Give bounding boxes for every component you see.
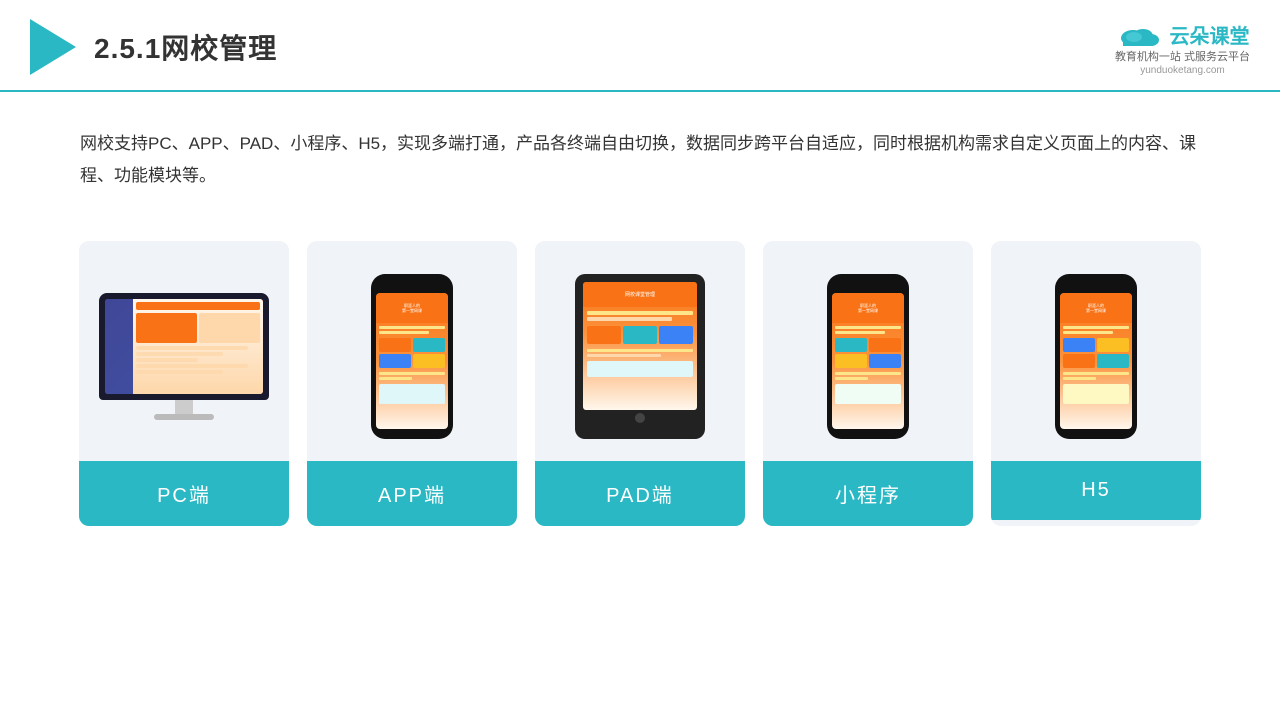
card-h5-image: 职涯人的第一堂网课 (991, 241, 1201, 461)
card-app-image: 职涯人的第一堂网课 (307, 241, 517, 461)
miniprogram-phone-icon: 职涯人的第一堂网课 (827, 274, 909, 439)
card-pc-image (79, 241, 289, 461)
card-h5-label: H5 (991, 461, 1201, 520)
device-cards-container: PC端 职涯人的第一堂网课 (0, 211, 1280, 556)
card-pc-label: PC端 (79, 461, 289, 526)
description-text: 网校支持PC、APP、PAD、小程序、H5，实现多端打通，产品各终端自由切换，数… (0, 92, 1280, 211)
logo-name: 云朵课堂 (1169, 20, 1249, 49)
pad-tablet-icon: 网校课堂管理 (575, 274, 705, 439)
card-h5: 职涯人的第一堂网课 (991, 241, 1201, 526)
h5-phone-icon: 职涯人的第一堂网课 (1055, 274, 1137, 439)
card-miniprogram: 职涯人的第一堂网课 (763, 241, 973, 526)
brand-logo: 云朵课堂 教育机构一站 式服务云平台 yunduoketang.com (1115, 18, 1250, 76)
pc-monitor-icon (99, 293, 269, 420)
card-pad-image: 网校课堂管理 (535, 241, 745, 461)
page-title: 2.5.1网校管理 (94, 27, 277, 67)
card-pad: 网校课堂管理 (535, 241, 745, 526)
logo-url: yunduoketang.com (1140, 65, 1225, 76)
card-pc: PC端 (79, 241, 289, 526)
card-app-label: APP端 (307, 461, 517, 526)
cloud-logo-area: 云朵课堂 (1115, 18, 1249, 50)
card-miniprogram-label: 小程序 (763, 461, 973, 526)
cloud-icon (1115, 18, 1163, 50)
page-header: 2.5.1网校管理 云朵课堂 教育机构一站 式服务云平台 yunduoketan… (0, 0, 1280, 92)
card-pad-label: PAD端 (535, 461, 745, 526)
brand-triangle-icon (30, 19, 76, 75)
app-phone-icon: 职涯人的第一堂网课 (371, 274, 453, 439)
header-left: 2.5.1网校管理 (30, 19, 277, 75)
logo-tagline: 教育机构一站 式服务云平台 (1115, 50, 1250, 65)
card-miniprogram-image: 职涯人的第一堂网课 (763, 241, 973, 461)
card-app: 职涯人的第一堂网课 (307, 241, 517, 526)
